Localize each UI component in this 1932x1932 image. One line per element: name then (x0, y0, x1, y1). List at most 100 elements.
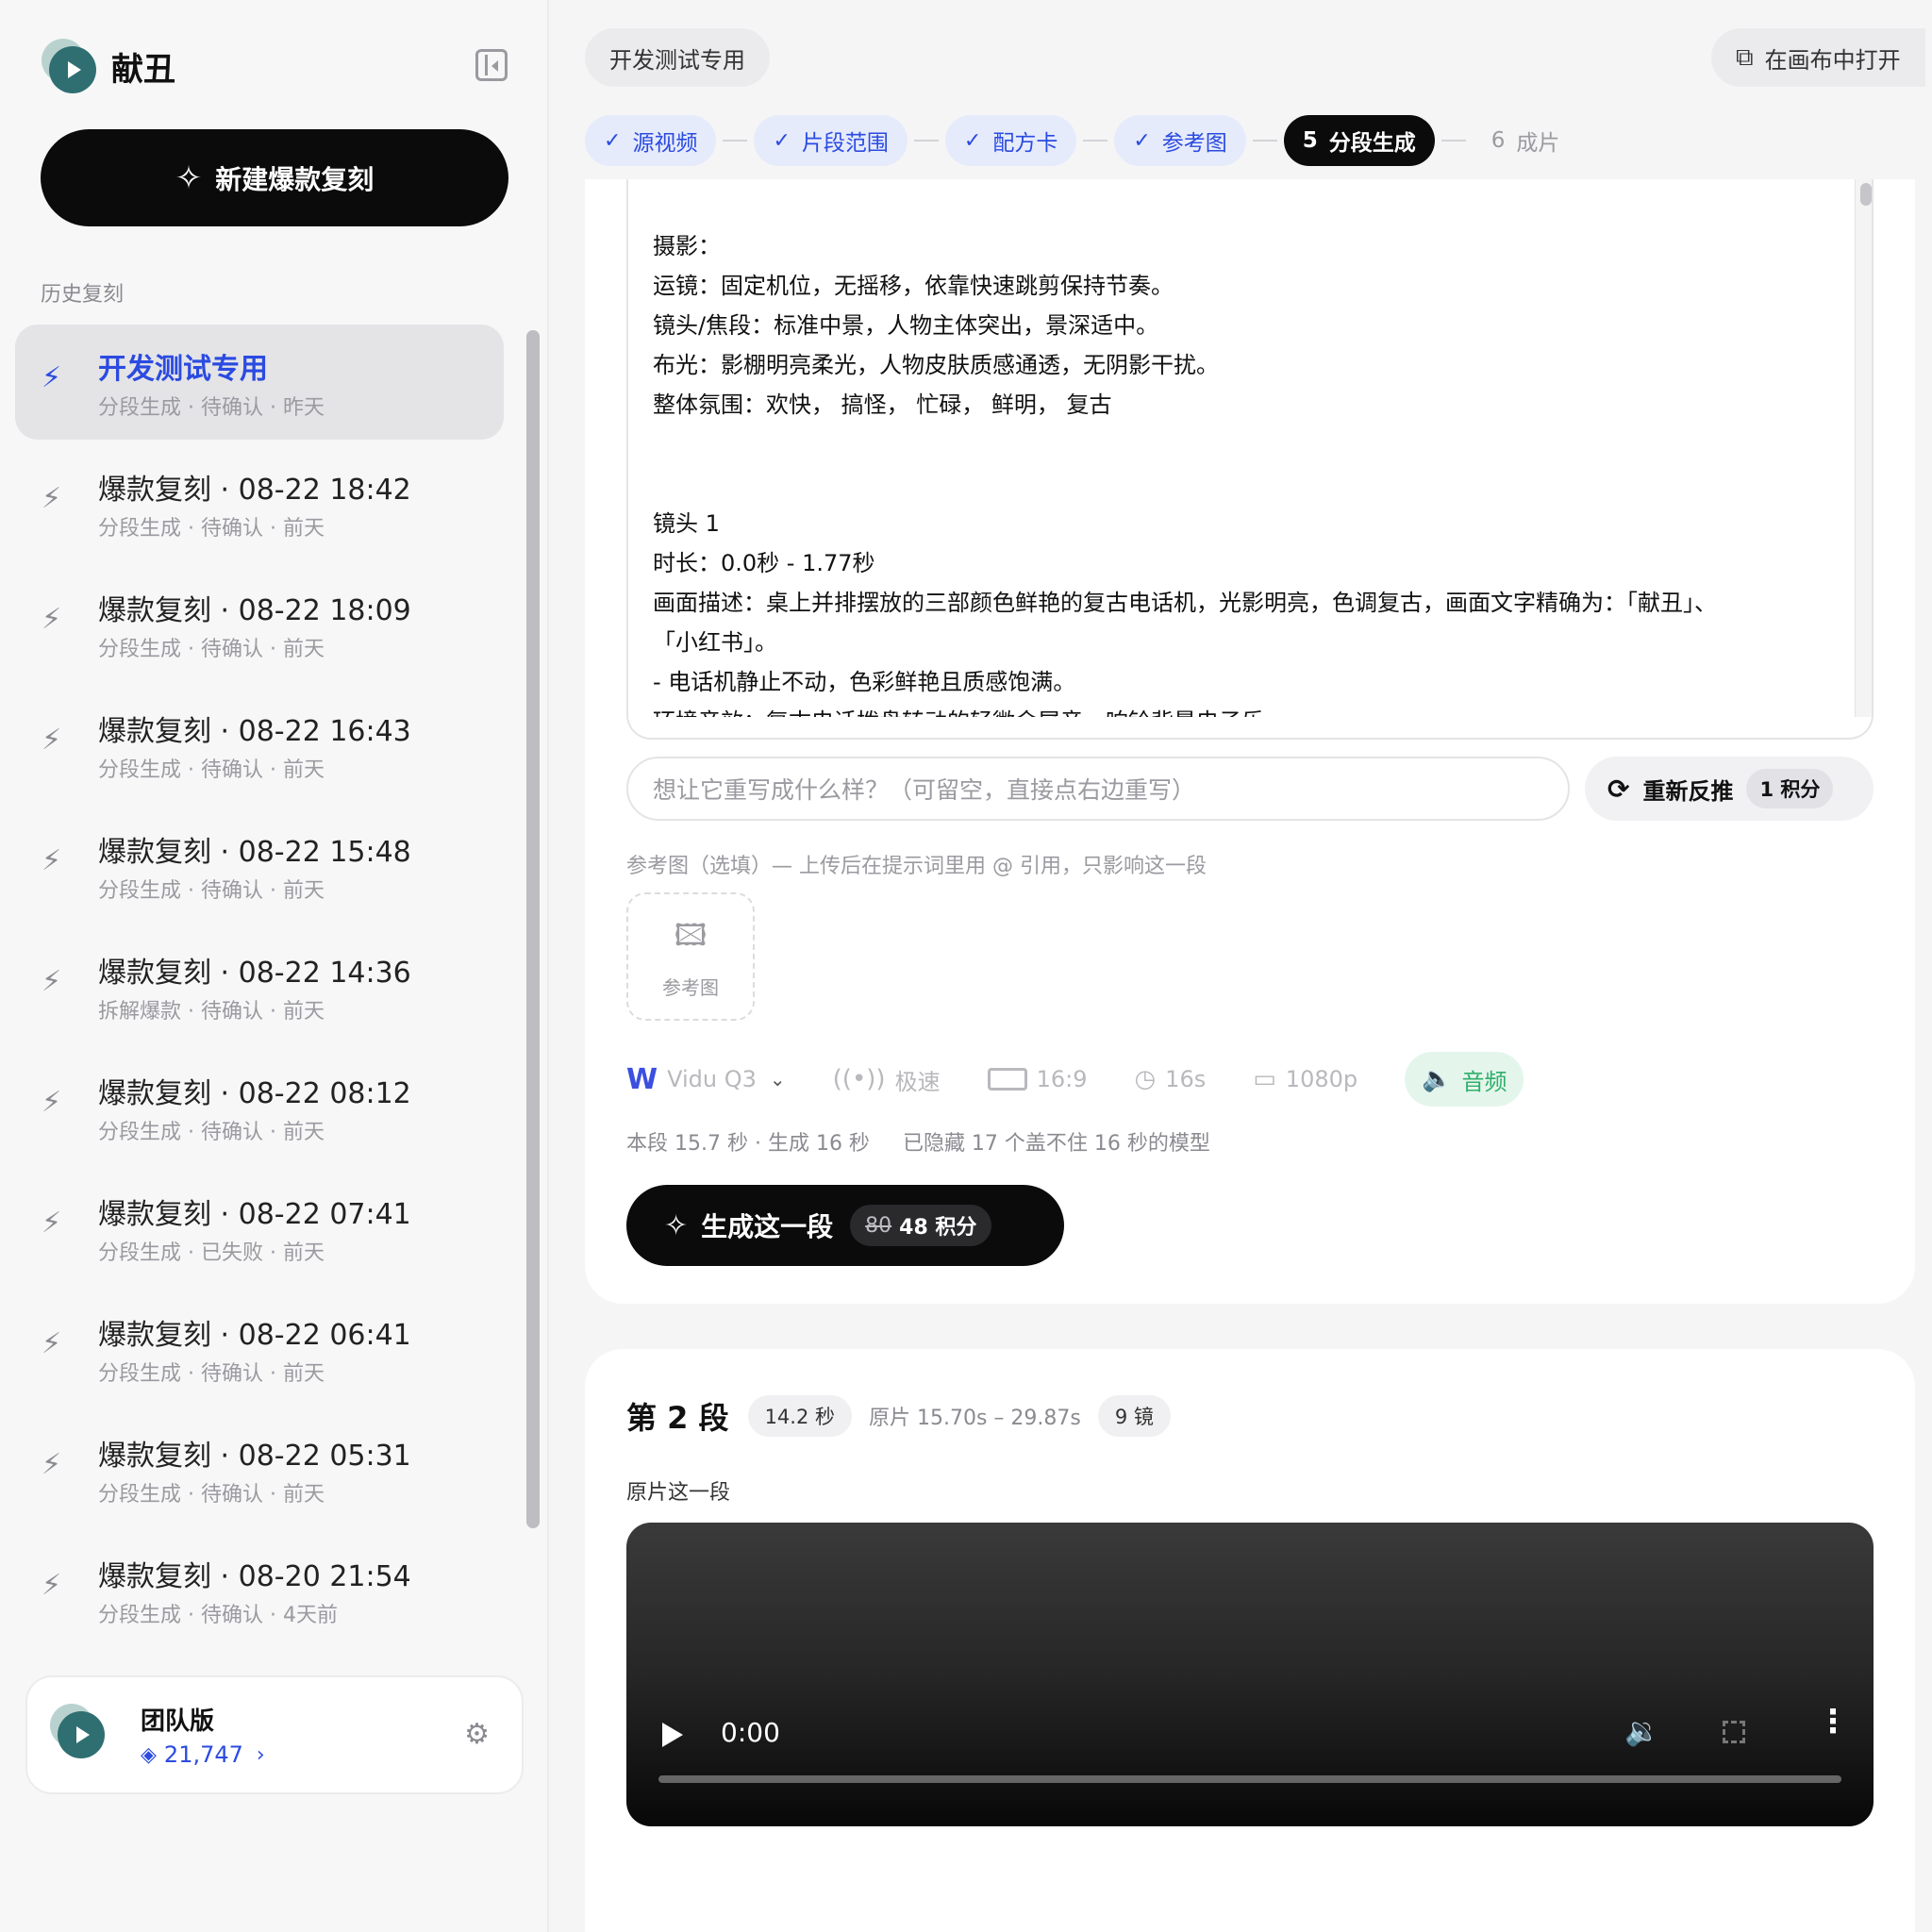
audio-toggle[interactable]: 🔈 音频 (1405, 1052, 1524, 1107)
step-connector (723, 140, 748, 142)
chevron-right-icon: › (256, 1742, 265, 1767)
prompt-line: - 电话机静止不动，色彩鲜艳且质感饱满。 (653, 669, 1076, 695)
history-item-active[interactable]: ⚡ 开发测试专用 分段生成 · 待确认 · 昨天 (15, 325, 504, 440)
step-label: 参考图 (1161, 131, 1227, 156)
history-item-status: 分段生成 · 待确认 · 前天 (98, 1483, 325, 1507)
prompt-line: 布光：影棚明亮柔光，人物皮肤质感通透，无阴影干扰。 (653, 352, 1219, 378)
team-avatar (50, 1704, 105, 1758)
history-item-status: 分段生成 · 已失败 · 前天 (98, 1241, 325, 1265)
prompt-scrollbar[interactable] (1855, 179, 1872, 717)
play-icon[interactable] (662, 1723, 683, 1747)
history-item[interactable]: ⚡ 爆款复刻 · 08-22 07:41 分段生成 · 已失败 · 前天 (15, 1170, 504, 1291)
step-label: 成片 (1516, 131, 1560, 156)
aspect-ratio-label: 16:9 (1036, 1066, 1088, 1092)
history-list: ⚡ 开发测试专用 分段生成 · 待确认 · 昨天 ⚡ 爆款复刻 · 08-22 … (15, 325, 504, 1653)
reference-upload-label: 参考图 (662, 975, 719, 999)
volume-icon[interactable]: 🔉 (1624, 1715, 1659, 1748)
fullscreen-icon[interactable] (1723, 1721, 1745, 1743)
segment-2-header: 第 2 段 14.2 秒 原片 15.70s – 29.87s 9 镜 (626, 1394, 1171, 1438)
prompt-line: 「小红书」。 (653, 629, 777, 656)
magic-wand-icon: ⚡ (42, 1086, 62, 1119)
history-item-title: 爆款复刻 · 08-22 06:41 (98, 1319, 411, 1352)
history-section-label: 历史复刻 (41, 283, 125, 307)
duration-option[interactable]: ◷ 16s (1134, 1065, 1206, 1093)
reference-image-upload[interactable]: 🖾 参考图 (626, 892, 755, 1021)
source-video-player[interactable]: 0:00 🔉 ⋮ (626, 1523, 1874, 1826)
video-progress-bar[interactable] (658, 1775, 1841, 1783)
step-source-video[interactable]: ✓ 源视频 (585, 115, 717, 166)
rewrite-instruction-input[interactable]: 想让它重写成什么样？（可留空，直接点右边重写） (626, 757, 1570, 821)
project-name-chip[interactable]: 开发测试专用 (585, 28, 770, 87)
model-name: Vidu Q3 (667, 1066, 757, 1092)
external-link-icon: ⧉ (1736, 42, 1754, 72)
history-item-title: 爆款复刻 · 08-22 18:09 (98, 594, 411, 627)
step-recipe-card[interactable]: ✓ 配方卡 (944, 115, 1077, 166)
vidu-logo-icon: W (626, 1062, 658, 1096)
open-in-canvas-label: 在画布中打开 (1764, 46, 1901, 74)
history-item[interactable]: ⚡ 爆款复刻 · 08-20 21:54 分段生成 · 待确认 · 4天前 (15, 1532, 504, 1653)
check-icon: ✓ (773, 128, 791, 153)
original-cost: 80 (865, 1213, 892, 1238)
generate-segment-button[interactable]: ✧ 生成这一段 80 48 积分 (626, 1185, 1064, 1266)
collapse-sidebar-icon[interactable] (475, 49, 508, 81)
re-infer-button[interactable]: ⟳ 重新反推 1 积分 (1585, 757, 1874, 821)
speed-option[interactable]: ((•)) 极速 (833, 1063, 941, 1096)
history-item-title: 爆款复刻 · 08-22 15:48 (98, 836, 411, 869)
prompt-line: 镜头 1 (653, 510, 720, 537)
history-item-status: 分段生成 · 待确认 · 前天 (98, 1362, 325, 1386)
history-item-title: 爆款复刻 · 08-22 16:43 (98, 715, 411, 748)
aspect-ratio-icon (987, 1068, 1027, 1091)
image-add-icon: 🖾 (674, 916, 708, 953)
history-item[interactable]: ⚡ 爆款复刻 · 08-22 18:09 分段生成 · 待确认 · 前天 (15, 566, 504, 687)
step-segment-range[interactable]: ✓ 片段范围 (754, 115, 908, 166)
new-remake-button[interactable]: ✧ 新建爆款复刻 (41, 129, 508, 226)
step-final-video[interactable]: 6 成片 (1473, 115, 1579, 166)
model-select[interactable]: W Vidu Q3 ⌄ (626, 1063, 786, 1096)
step-number: 6 (1491, 128, 1506, 153)
speaker-icon: 🔈 (1422, 1065, 1453, 1093)
team-card[interactable]: 团队版 ◈ 21,747 › ⚙ (25, 1675, 524, 1794)
re-infer-label: 重新反推 (1642, 777, 1734, 805)
generate-cost-badge: 80 48 积分 (850, 1205, 992, 1246)
history-item[interactable]: ⚡ 爆款复刻 · 08-22 05:31 分段生成 · 待确认 · 前天 (15, 1411, 504, 1532)
step-reference-image[interactable]: ✓ 参考图 (1114, 115, 1246, 166)
aspect-ratio-option[interactable]: 16:9 (987, 1066, 1088, 1092)
magic-wand-icon: ⚡ (42, 361, 62, 394)
history-item-status: 分段生成 · 待确认 · 昨天 (98, 396, 325, 420)
history-item[interactable]: ⚡ 爆款复刻 · 08-22 14:36 拆解爆款 · 待确认 · 前天 (15, 928, 504, 1049)
brand-row: 献丑 (42, 38, 508, 94)
generation-options: W Vidu Q3 ⌄ ((•)) 极速 16:9 ◷ 16s ▭ 1080p … (626, 1051, 1524, 1108)
step-connector (1252, 140, 1277, 142)
resolution-option[interactable]: ▭ 1080p (1253, 1065, 1357, 1093)
gear-icon[interactable]: ⚙ (464, 1719, 490, 1751)
open-in-canvas-button[interactable]: ⧉ 在画布中打开 (1711, 28, 1925, 87)
segment-title: 第 2 段 (626, 1400, 729, 1436)
history-item[interactable]: ⚡ 爆款复刻 · 08-22 06:41 分段生成 · 待确认 · 前天 (15, 1291, 504, 1411)
history-item[interactable]: ⚡ 爆款复刻 · 08-22 15:48 分段生成 · 待确认 · 前天 (15, 808, 504, 928)
history-item-status: 分段生成 · 待确认 · 前天 (98, 879, 325, 903)
shot-count-badge: 9 镜 (1097, 1395, 1171, 1437)
history-item-status: 分段生成 · 待确认 · 前天 (98, 758, 325, 782)
magic-wand-icon: ⚡ (42, 1569, 62, 1602)
team-credits-link[interactable]: ◈ 21,747 › (141, 1741, 265, 1768)
prompt-line (653, 425, 1813, 464)
sidebar-scrollbar[interactable] (526, 330, 540, 1528)
prompt-textarea[interactable]: 摄影： 运镜：固定机位，无摇移，依靠快速跳剪保持节奏。 镜头/焦段：标准中景，人… (626, 179, 1874, 740)
discounted-cost: 48 积分 (899, 1216, 977, 1240)
hidden-models-note: 已隐藏 17 个盖不住 16 秒的模型 (902, 1132, 1210, 1156)
step-segment-generation[interactable]: 5 分段生成 (1283, 115, 1435, 166)
history-item-title: 开发测试专用 (98, 353, 268, 386)
history-item[interactable]: ⚡ 爆款复刻 · 08-22 08:12 分段生成 · 待确认 · 前天 (15, 1049, 504, 1170)
history-item[interactable]: ⚡ 爆款复刻 · 08-22 18:42 分段生成 · 待确认 · 前天 (15, 445, 504, 566)
step-label: 源视频 (632, 131, 698, 156)
magic-wand-icon: ⚡ (42, 603, 62, 636)
more-options-icon[interactable]: ⋮ (1817, 1706, 1849, 1738)
segment-source-range: 原片 15.70s – 29.87s (869, 1407, 1081, 1430)
segment-1-card: 摄影： 运镜：固定机位，无摇移，依靠快速跳剪保持节奏。 镜头/焦段：标准中景，人… (585, 179, 1915, 1304)
prompt-line: 时长：0.0秒 - 1.77秒 (653, 550, 875, 576)
history-item[interactable]: ⚡ 爆款复刻 · 08-22 16:43 分段生成 · 待确认 · 前天 (15, 687, 504, 808)
history-item-status: 分段生成 · 待确认 · 4天前 (98, 1604, 338, 1627)
step-number: 5 (1302, 128, 1318, 153)
resolution-label: 1080p (1285, 1066, 1358, 1092)
sparkle-icon: ✧ (175, 158, 203, 197)
